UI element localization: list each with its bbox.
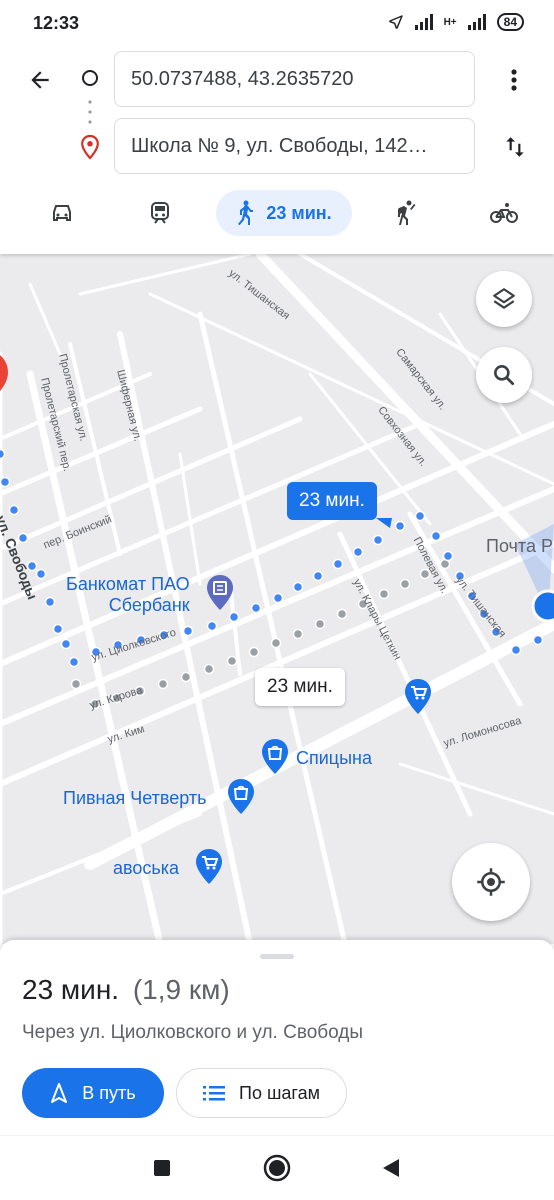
atm-poi-line: Банкомат ПАО	[66, 574, 190, 594]
origin-circle-icon	[82, 70, 98, 86]
selected-chip-pointer	[376, 518, 392, 528]
route-summary: 23 мин. (1,9 км)	[22, 974, 230, 1006]
spitsyna-poi-label[interactable]: Спицына	[296, 748, 372, 769]
recents-button[interactable]	[152, 1158, 172, 1178]
post-poi-label[interactable]: Почта Р	[486, 536, 553, 557]
mode-transit[interactable]	[138, 190, 182, 236]
search-icon	[494, 365, 515, 386]
layers-button[interactable]	[476, 271, 532, 327]
start-navigation-button[interactable]: В путь	[22, 1068, 164, 1118]
spitsyna-pin-icon[interactable]	[260, 738, 290, 776]
atm-poi-name: Банкомат ПАО Сбербанк	[66, 574, 190, 616]
start-navigation-label: В путь	[82, 1082, 136, 1103]
beer-pin-icon[interactable]	[226, 778, 256, 816]
alternative-route-chip[interactable]: 23 мин.	[255, 668, 345, 706]
system-nav-bar	[0, 1135, 554, 1200]
mode-bicycle[interactable]	[482, 190, 526, 236]
car-icon	[53, 205, 71, 221]
map-view[interactable]: ул. Тишанская Самарская ул. Совхозная ул…	[0, 254, 554, 944]
my-location-button[interactable]	[452, 843, 530, 921]
avoska-poi-label[interactable]: авоська	[113, 858, 179, 879]
route-duration: 23 мин.	[22, 974, 120, 1005]
mode-walk[interactable]: 23 мин.	[216, 190, 352, 236]
back-button[interactable]	[22, 62, 58, 98]
status-bar: 12:33 H+ 84	[0, 0, 554, 46]
avoska-pin-icon[interactable]	[194, 848, 224, 886]
my-location-icon	[477, 868, 505, 896]
navigation-arrow-icon	[51, 1083, 68, 1103]
back-nav-button[interactable]	[380, 1157, 402, 1179]
steps-label: По шагам	[239, 1082, 320, 1103]
beer-poi-label[interactable]: Пивная Четверть	[63, 788, 207, 809]
location-arrow-icon	[388, 15, 403, 29]
selected-route-chip[interactable]: 23 мин.	[287, 482, 377, 520]
route-distance: (1,9 км)	[132, 974, 230, 1005]
walk-duration: 23 мин.	[266, 202, 332, 223]
travel-modes: 23 мин.	[0, 190, 554, 238]
atm-poi-line: Сбербанк	[108, 595, 190, 615]
walk-icon	[238, 200, 254, 226]
swap-button[interactable]	[498, 130, 532, 164]
more-vert-icon	[511, 69, 517, 91]
swap-vert-icon	[506, 137, 524, 157]
atm-poi-label[interactable]: Банкомат ПАО Сбербанк	[66, 574, 190, 616]
home-button[interactable]	[262, 1153, 292, 1183]
mode-rideshare[interactable]	[384, 190, 428, 236]
search-button[interactable]	[476, 347, 532, 403]
route-via: Через ул. Циолковского и ул. Свободы	[22, 1022, 364, 1043]
steps-button[interactable]: По шагам	[176, 1068, 347, 1118]
status-icons: H+ 84	[388, 13, 524, 31]
signal-icon	[414, 14, 433, 30]
back-triangle-icon	[383, 1159, 399, 1177]
stop-square-icon	[154, 1160, 170, 1176]
layers-icon	[493, 288, 515, 309]
route-sheet: 23 мин. (1,9 км) Через ул. Циолковского …	[0, 940, 554, 1135]
shop-pin-icon[interactable]	[403, 678, 433, 716]
destination-pin-icon	[81, 134, 99, 160]
rideshare-icon	[398, 200, 416, 225]
status-time: 12:33	[33, 13, 80, 33]
list-icon	[203, 1086, 226, 1101]
destination-field[interactable]: Школа № 9, ул. Свободы, 142…	[114, 118, 475, 174]
home-circle-icon	[263, 1154, 291, 1182]
bicycle-icon	[490, 203, 518, 223]
train-icon	[151, 202, 169, 224]
mode-car[interactable]	[40, 190, 84, 236]
battery-indicator: 84	[496, 13, 524, 31]
network-type: H+	[443, 16, 457, 28]
more-options-button[interactable]	[500, 64, 528, 96]
route-dots-icon	[88, 100, 92, 124]
origin-field[interactable]: 50.0737488, 43.2635720	[114, 51, 475, 107]
sheet-handle[interactable]	[260, 954, 294, 959]
atm-pin-icon[interactable]	[205, 574, 235, 612]
back-arrow-icon	[31, 71, 49, 89]
directions-header: 50.0737488, 43.2635720 Школа № 9, ул. Св…	[0, 46, 554, 254]
signal-icon-2	[467, 14, 486, 30]
